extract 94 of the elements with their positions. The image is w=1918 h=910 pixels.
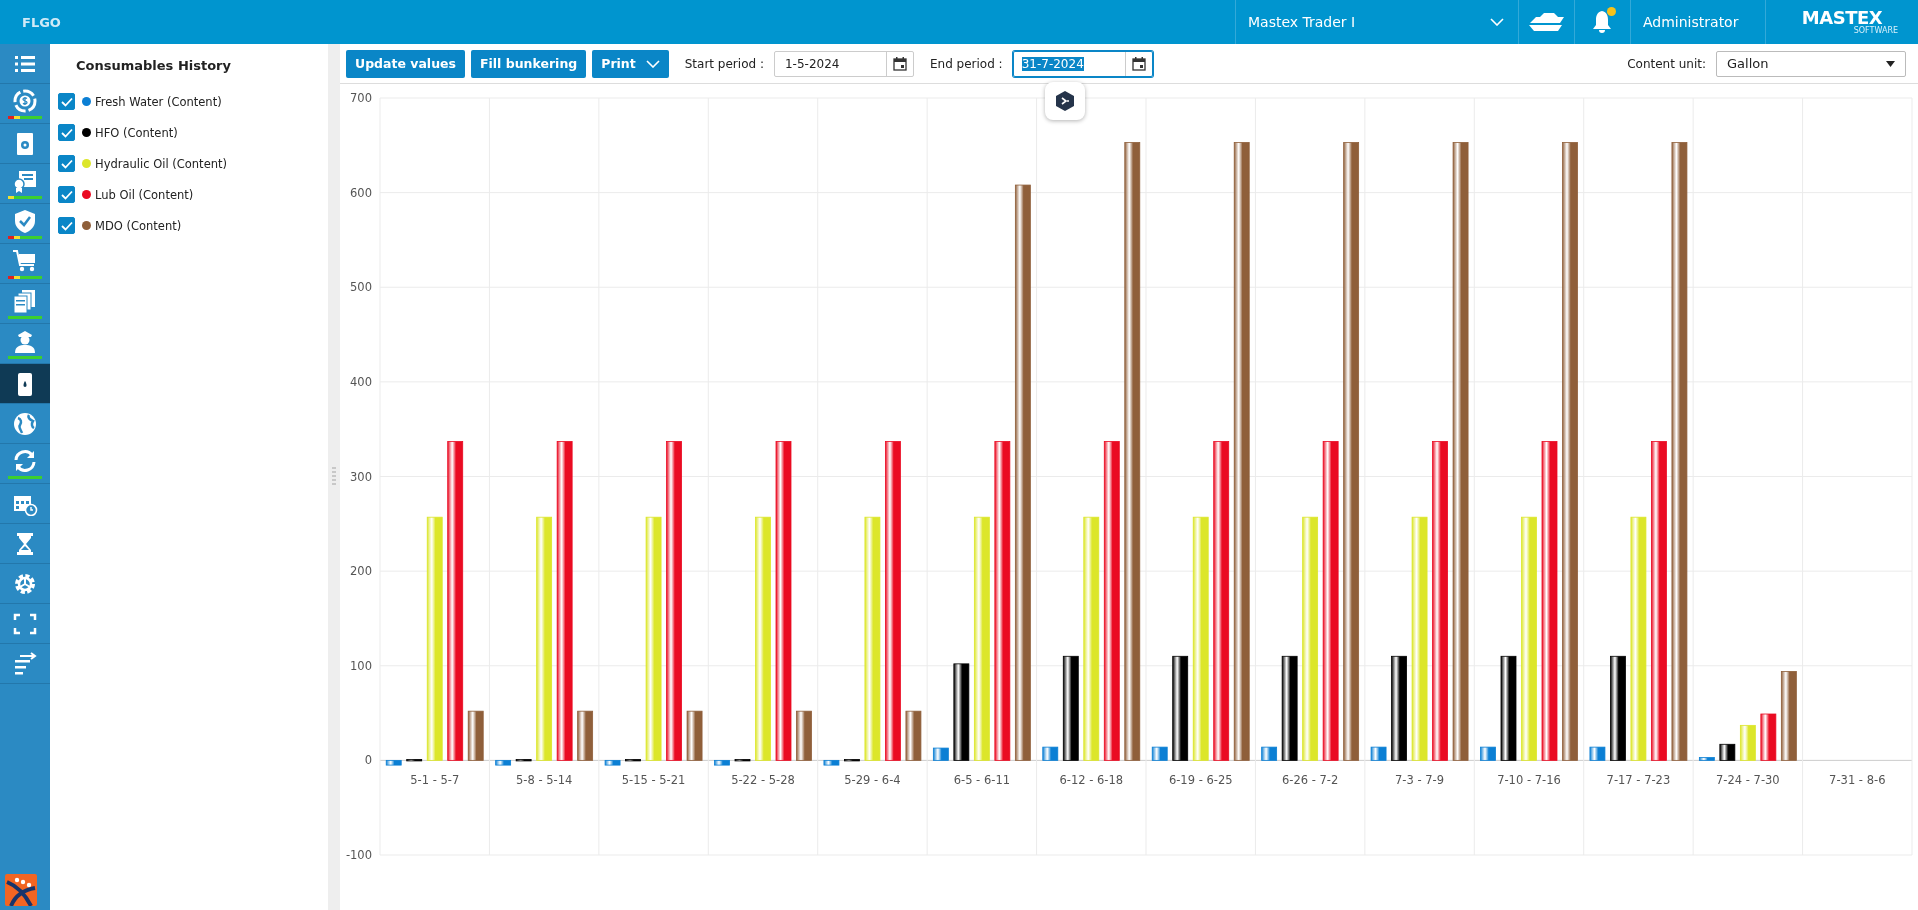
bar [734,759,751,762]
settings-icon [12,571,38,596]
series-toggle[interactable]: Lub Oil (Content) [58,179,328,210]
field-label: End period : [929,56,1003,71]
bar [932,747,949,761]
bar [1739,724,1756,761]
bar [1719,743,1736,761]
chevron-down-icon [1490,18,1504,26]
bar [406,759,423,762]
hexagon-icon [1056,91,1074,111]
checkbox[interactable] [58,217,75,234]
app-title: FLGO [22,14,61,30]
axis-tick-label: -100 [345,848,372,862]
category-label: 5-15 - 5-21 [621,773,686,788]
bar [467,710,484,761]
series-toggle[interactable]: HFO (Content) [58,117,328,148]
coin-icon [12,88,38,113]
documents-icon [12,288,38,313]
bar [905,710,922,761]
assistant-button[interactable] [1045,82,1085,120]
bar [686,710,703,761]
bar [1261,746,1278,761]
category-label: 6-12 - 6-18 [1059,773,1124,788]
category-label: 5-29 - 6-4 [844,773,901,788]
sync-icon [12,448,38,473]
axis-tick-label: 600 [350,185,372,200]
axis-tick-label: 300 [350,469,372,484]
dropdown-arrow-icon [1886,60,1895,67]
axis-tick-label: 100 [350,658,372,673]
sort-arrow-icon [12,651,38,676]
bar [1760,713,1777,761]
bar [1589,746,1606,761]
axis-tick-label: 700 [350,91,372,105]
bar [604,760,621,766]
category-label: 7-17 - 7-23 [1606,773,1671,788]
print-menu-button[interactable]: Print [592,49,669,78]
panel-title: Consumables History [76,58,232,73]
checkbox[interactable] [58,93,75,110]
category-label: 7-31 - 8-6 [1829,773,1886,788]
bar [796,710,812,761]
certificate-icon [12,168,38,193]
category-label: 7-3 - 7-9 [1395,773,1445,788]
checkbox[interactable] [58,186,75,203]
category-label: 5-22 - 5-28 [731,773,795,788]
shield-check-icon [12,208,38,233]
category-label: 5-1 - 5-7 [410,773,460,788]
checkbox[interactable] [58,124,75,141]
calendar-icon [1131,56,1146,71]
field-label: Start period : [684,56,764,71]
date-field[interactable]: 31-7-2024 [1012,50,1153,77]
bar [577,710,594,761]
category-label: 5-8 - 5-14 [515,773,573,788]
unit-dropdown[interactable]: Gallon [1716,50,1906,77]
bar [1698,757,1715,761]
bar [385,760,402,766]
nav-item[interactable] [0,364,50,404]
category-label: 6-26 - 7-2 [1281,773,1339,788]
series-toggle[interactable]: MDO (Content) [58,210,328,241]
calendar-icon [892,56,907,71]
bar [1042,746,1059,761]
bar [714,760,730,766]
category-label: 7-24 - 7-30 [1716,773,1780,788]
category-label: 6-19 - 6-25 [1168,773,1233,788]
series-toggle[interactable]: Hydraulic Oil (Content) [58,148,328,179]
globe-icon [12,411,38,436]
ship-icon [1527,13,1566,31]
category-label: 7-10 - 7-16 [1497,773,1561,788]
brand-logo-icon [5,874,37,906]
bar [1480,746,1496,761]
field-label: Content unit: [1627,56,1706,71]
axis-tick-label: 0 [364,753,372,768]
date-field[interactable]: 1-5-2024 [773,50,914,77]
checkbox[interactable] [58,155,75,172]
series-toggle[interactable]: Fresh Water (Content) [58,86,328,117]
grip-icon [332,467,336,487]
logo: MASTEX SOFTWARE [1765,0,1918,44]
bar [625,759,641,762]
category-label: 6-5 - 6-11 [953,773,1011,788]
chevron-down-icon [645,59,660,68]
action-button[interactable]: Update values [346,49,465,78]
bar [823,760,840,766]
cart-icon [12,248,38,273]
action-button[interactable]: Fill bunkering [471,49,587,78]
axis-tick-label: 200 [350,564,372,579]
bell-icon [1591,10,1614,34]
bar [515,759,532,762]
bar [844,759,860,762]
bar [495,760,512,766]
bar [1370,746,1387,761]
fullscreen-icon [12,611,38,636]
officer-icon [12,328,38,353]
bar [1151,746,1168,761]
axis-tick-label: 400 [350,374,372,389]
axis-tick-label: 500 [350,280,372,295]
